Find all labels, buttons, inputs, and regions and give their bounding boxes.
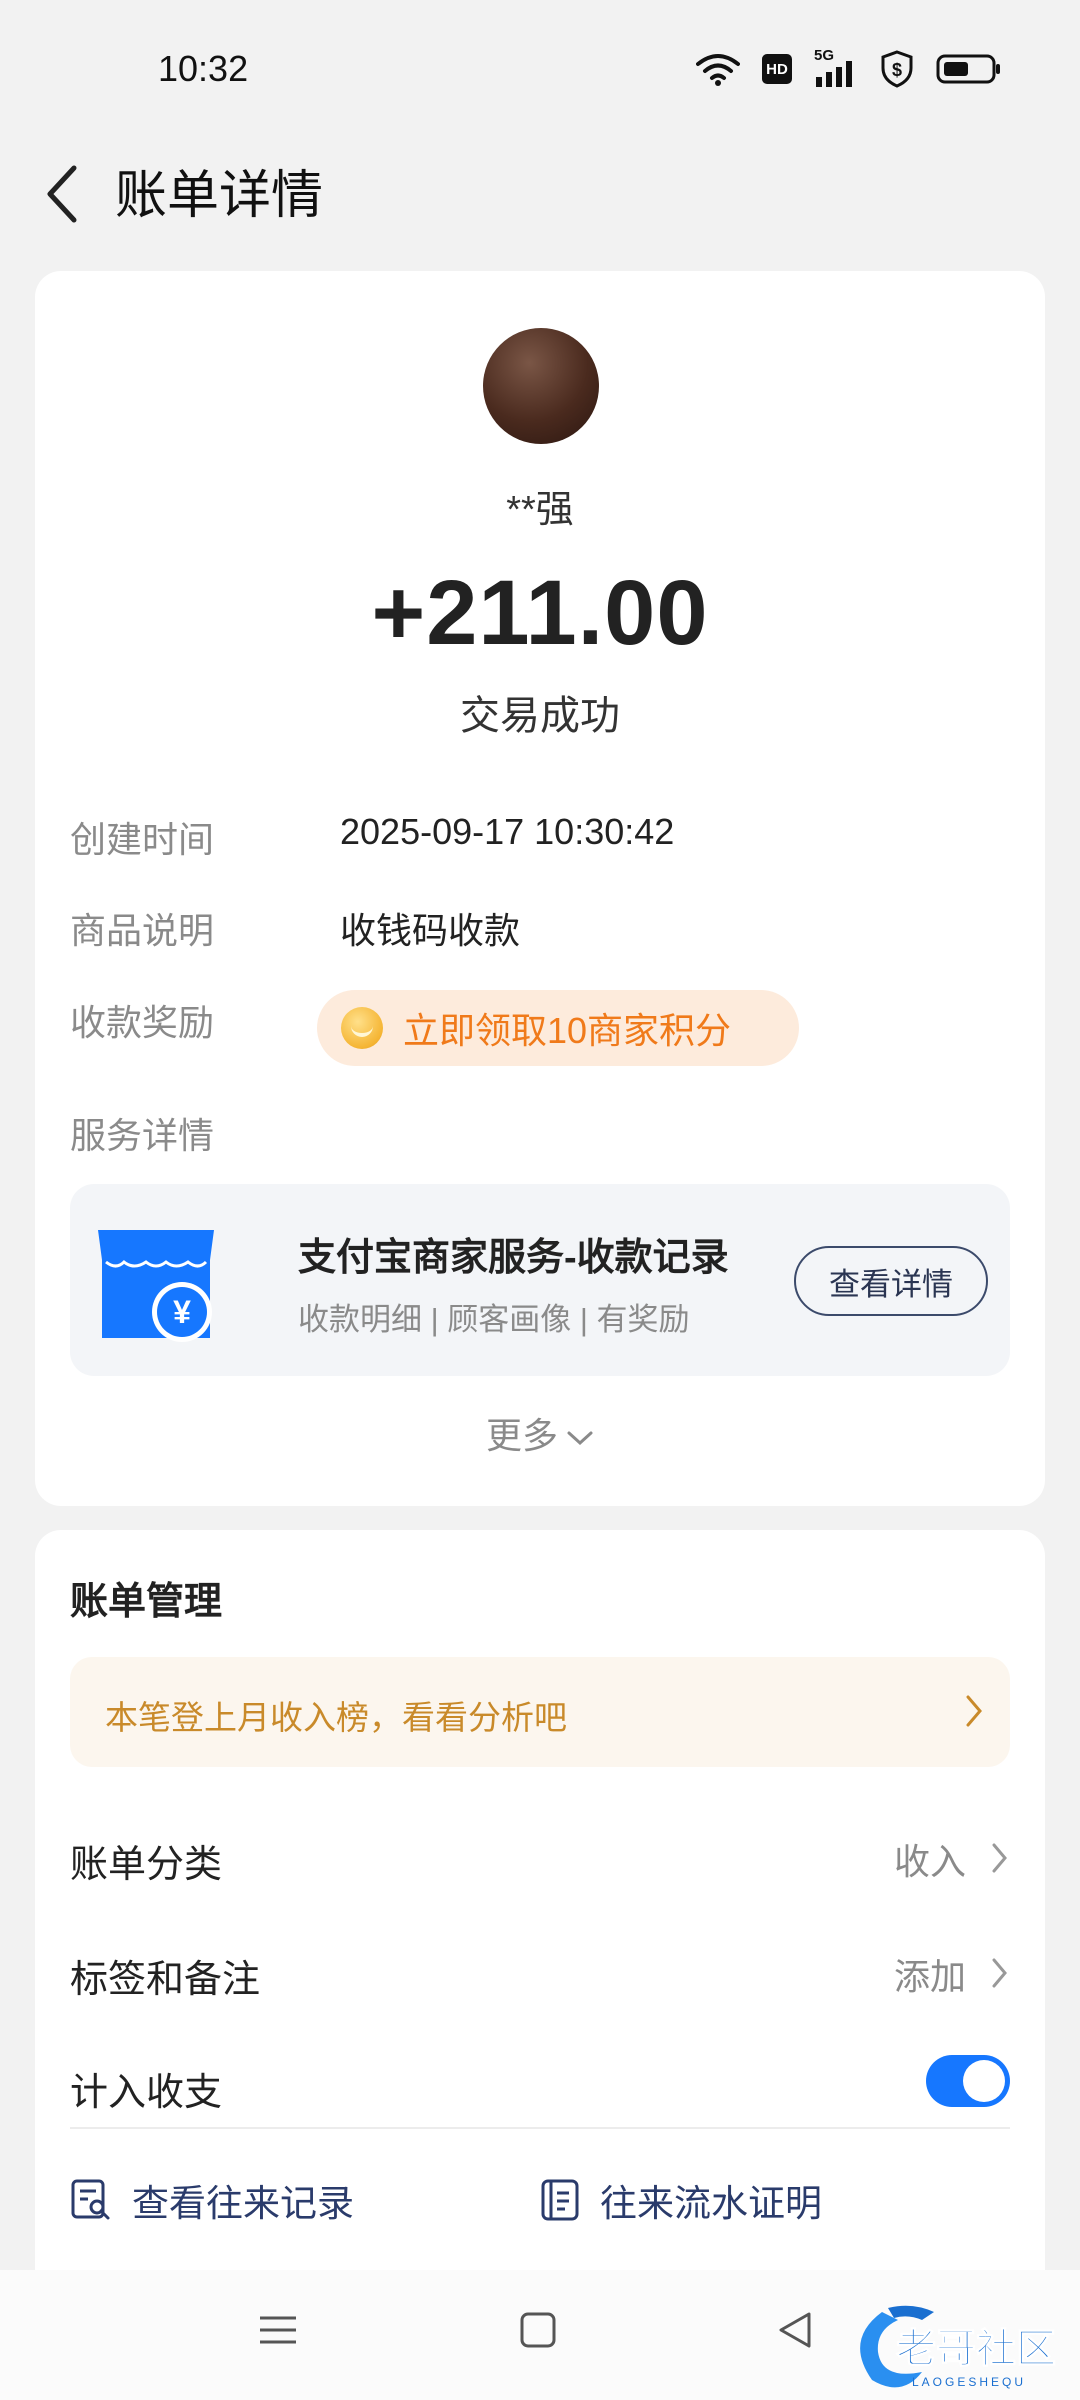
- transaction-status: 交易成功: [460, 694, 620, 738]
- watermark-logo: 老哥社区 LAOGESHEQU: [860, 2305, 1057, 2389]
- status-bar: 10:32 HD 5G $: [0, 0, 1080, 140]
- view-details-button[interactable]: 查看详情: [794, 1246, 988, 1316]
- transaction-amount: +211.00: [371, 562, 709, 664]
- battery-icon: [936, 54, 1000, 84]
- status-time: 10:32: [158, 48, 249, 89]
- bill-management-card: 账单管理 本笔登上月收入榜，看看分析吧 账单分类 收入 标签和备注 添加 计入收…: [35, 1530, 1045, 2270]
- more-label: 更多: [485, 1415, 558, 1456]
- section-title: 账单管理: [70, 1581, 223, 1623]
- back-nav-icon[interactable]: [775, 2310, 815, 2350]
- chevron-right-icon: [992, 1958, 1007, 1988]
- hd-badge: HD: [766, 60, 788, 78]
- payer-name: **强: [506, 489, 574, 531]
- service-details-label: 服务详情: [70, 1115, 215, 1156]
- reward-text: 立即领取10商家积分: [403, 1010, 732, 1051]
- created-time-value: 2025-09-17 10:30:42: [340, 811, 675, 852]
- coin-icon: [341, 1007, 383, 1049]
- bill-category-value: 收入: [893, 1841, 966, 1882]
- merchant-service-card[interactable]: ¥ 支付宝商家服务-收款记录 收款明细 | 顾客画像 | 有奖励 查看详情: [70, 1184, 1010, 1376]
- income-analysis-banner[interactable]: 本笔登上月收入榜，看看分析吧: [70, 1657, 1010, 1767]
- menu-icon[interactable]: [258, 2310, 298, 2350]
- page-title: 账单详情: [115, 167, 324, 225]
- product-value: 收钱码收款: [340, 910, 521, 951]
- search-document-icon: [71, 2179, 110, 2220]
- watermark-subtext: LAOGESHEQU: [912, 2375, 1026, 2389]
- divider: [70, 2127, 1010, 2129]
- svg-text:¥: ¥: [173, 1294, 191, 1330]
- tags-notes-label: 标签和备注: [70, 1959, 261, 2001]
- analysis-text: 本笔登上月收入榜，看看分析吧: [105, 1699, 567, 1736]
- more-toggle[interactable]: 更多: [35, 1407, 1045, 1459]
- include-in-budget-row: 计入收支: [70, 2043, 1010, 2123]
- transaction-card: **强 +211.00 交易成功 创建时间 2025-09-17 10:30:4…: [35, 271, 1045, 1506]
- home-icon[interactable]: [518, 2310, 558, 2350]
- reward-label: 收款奖励: [70, 1002, 215, 1043]
- include-in-budget-label: 计入收支: [70, 2072, 223, 2114]
- view-records-link[interactable]: 查看往来记录: [70, 2170, 354, 2230]
- bill-category-label: 账单分类: [70, 1844, 223, 1886]
- include-in-budget-toggle[interactable]: [926, 2055, 1010, 2107]
- reward-button[interactable]: 立即领取10商家积分: [317, 990, 799, 1066]
- shield-dollar-icon: $: [881, 50, 913, 88]
- product-label: 商品说明: [70, 910, 215, 951]
- wifi-icon: [696, 54, 740, 86]
- signal-icon: 5G: [814, 47, 858, 87]
- statement-proof-text: 往来流水证明: [600, 2183, 822, 2224]
- chevron-right-icon: [992, 1843, 1007, 1873]
- tags-notes-value: 添加: [893, 1956, 966, 1997]
- service-subtitle: 收款明细 | 顾客画像 | 有奖励: [298, 1302, 690, 1337]
- avatar[interactable]: [483, 328, 599, 444]
- service-title: 支付宝商家服务-收款记录: [298, 1237, 729, 1279]
- bill-category-row[interactable]: 账单分类 收入: [70, 1815, 1010, 1895]
- tags-notes-row[interactable]: 标签和备注 添加: [70, 1930, 1010, 2010]
- header: 账单详情: [0, 140, 1080, 260]
- hd-icon: HD: [762, 54, 792, 84]
- chevron-right-icon: [966, 1695, 982, 1727]
- watermark-text: 老哥社区: [896, 2326, 1056, 2372]
- view-records-text: 查看往来记录: [132, 2183, 354, 2224]
- toggle-knob: [963, 2060, 1005, 2102]
- statement-proof-link[interactable]: 往来流水证明: [540, 2170, 822, 2230]
- status-icons: HD 5G $: [696, 47, 1002, 88]
- chevron-down-icon: [567, 1431, 593, 1446]
- document-icon: [541, 2179, 579, 2221]
- svg-text:$: $: [892, 60, 902, 80]
- shop-icon: ¥: [98, 1230, 214, 1342]
- back-icon[interactable]: [36, 154, 88, 234]
- created-time-label: 创建时间: [70, 819, 215, 860]
